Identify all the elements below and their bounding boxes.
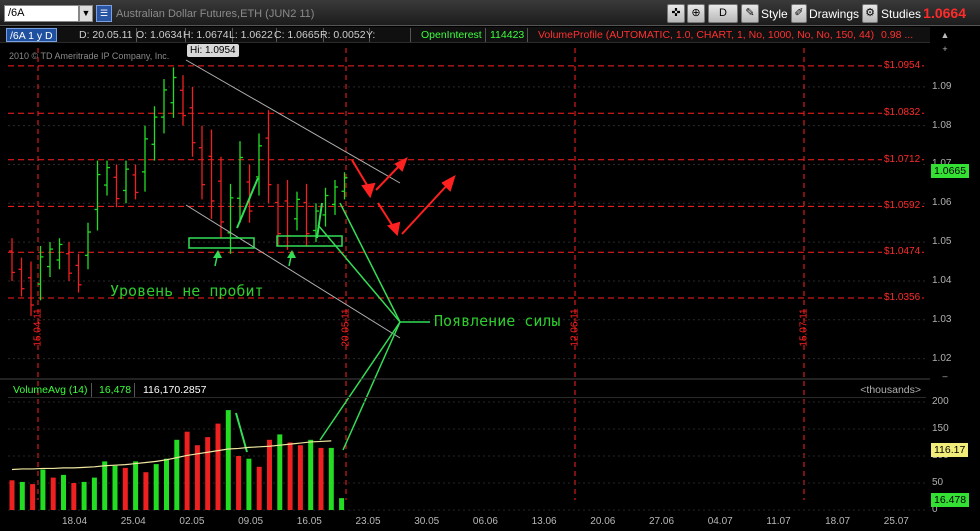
time-tick: 30.05	[414, 516, 440, 527]
price-tick: 1.04	[932, 274, 952, 286]
time-tick: 06.06	[472, 516, 498, 527]
volume-avg-badge: 116.17	[931, 443, 969, 457]
annotation-level-not-broken: Уровень не пробит	[110, 282, 264, 300]
price-chart[interactable]	[0, 0, 980, 531]
red-arrows	[351, 156, 456, 237]
volume-bar	[71, 483, 77, 510]
time-tick: 18.07	[825, 516, 851, 527]
time-tick: 04.07	[707, 516, 733, 527]
time-tick: 27.06	[649, 516, 675, 527]
volume-bar	[194, 445, 200, 510]
arrow-up-1-head	[213, 250, 222, 258]
support-box-1	[188, 237, 255, 249]
volume-header: VolumeAvg (14) 16,478 116,170.2857 <thou…	[8, 382, 926, 398]
volume-bar	[205, 437, 211, 510]
volume-bar	[81, 481, 87, 510]
vertical-markers	[37, 48, 805, 500]
price-tick: 1.02	[932, 352, 952, 364]
level-label: $1.0832	[882, 107, 923, 119]
time-tick: 20.06	[590, 516, 616, 527]
volume-bar	[318, 447, 324, 510]
time-tick: 18.04	[62, 516, 88, 527]
volume-bar	[246, 458, 252, 510]
time-tick: 25.07	[883, 516, 909, 527]
volume-bar	[225, 410, 231, 510]
volume-badge: 16.478	[931, 493, 970, 507]
volume-bars	[8, 401, 928, 511]
green-mark-2	[316, 202, 323, 239]
marker-label: 15.04.11	[32, 308, 44, 347]
volume-bar	[91, 477, 97, 510]
time-tick: 23.05	[355, 516, 381, 527]
level-label: $1.0712	[882, 153, 923, 165]
level-label: $1.0954	[882, 59, 923, 71]
channel-lower-line	[185, 204, 401, 339]
price-tick: 1.09	[932, 80, 952, 92]
volume-bar	[112, 465, 118, 510]
marker-label: 12.06.11	[569, 308, 581, 347]
time-tick: 25.04	[120, 516, 146, 527]
volume-bar	[339, 498, 345, 510]
level-label: $1.0474	[882, 246, 923, 258]
marker-label: 20.05.11	[340, 308, 352, 347]
volume-bar	[328, 447, 334, 510]
volume-bar	[184, 431, 190, 510]
zoom-out-icon[interactable]: –	[940, 371, 950, 381]
volume-average: 116,170.2857	[143, 384, 207, 396]
time-tick: 13.06	[531, 516, 557, 527]
volume-bar	[133, 461, 139, 510]
candlesticks	[9, 67, 348, 316]
time-tick: 09.05	[238, 516, 264, 527]
zoom-in-icon[interactable]: +	[940, 44, 950, 54]
volume-bar	[174, 439, 180, 510]
arrow-up-2-head	[287, 250, 296, 258]
volume-mark	[235, 412, 248, 453]
volume-bar	[102, 461, 108, 510]
volume-tick: 150	[932, 423, 949, 434]
volume-bar	[50, 477, 56, 510]
marker-label: 15.07.11	[798, 308, 810, 347]
volume-tick: 50	[932, 477, 944, 488]
volume-bar	[297, 445, 303, 510]
current-price-badge: 1.0665	[931, 164, 970, 178]
expand-up-icon[interactable]: ▲	[940, 30, 950, 40]
price-tick: 1.08	[932, 119, 952, 131]
volume-average-line	[11, 440, 332, 471]
volume-bar	[30, 484, 36, 510]
level-label: $1.0592	[882, 200, 923, 212]
volume-bar	[256, 466, 262, 510]
volume-bar	[164, 458, 169, 510]
volume-current: 16,478	[96, 383, 136, 397]
volume-units: <thousands>	[860, 384, 921, 396]
volume-bar	[153, 464, 159, 510]
volume-bar	[308, 439, 314, 510]
annotation-strength-appears: Появление силы	[434, 312, 561, 330]
volume-bar	[122, 467, 128, 510]
price-tick: 1.03	[932, 313, 952, 325]
volume-bar	[19, 481, 25, 510]
volume-bar	[215, 423, 221, 510]
level-label: $1.0356	[882, 292, 923, 304]
volume-study-label[interactable]: VolumeAvg (14)	[10, 383, 92, 397]
price-levels	[8, 65, 928, 299]
volume-bar	[9, 480, 15, 510]
volume-bar	[236, 456, 242, 510]
price-tick: 1.06	[932, 197, 952, 209]
time-tick: 16.05	[296, 516, 322, 527]
volume-bar	[287, 442, 293, 510]
price-tick: 1.05	[932, 236, 952, 248]
strength-line-c	[319, 321, 401, 441]
volume-bar	[267, 439, 272, 510]
time-tick: 02.05	[179, 516, 205, 527]
time-tick: 11.07	[766, 516, 791, 527]
volume-bar	[143, 472, 149, 510]
volume-bar	[61, 474, 66, 510]
volume-bar	[40, 469, 46, 510]
volume-tick: 200	[932, 396, 949, 407]
